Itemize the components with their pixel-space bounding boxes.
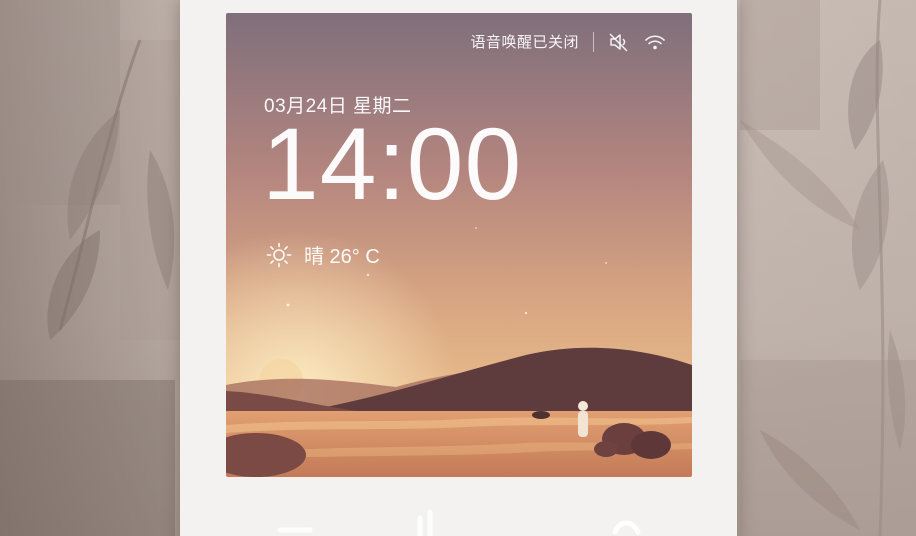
weather-widget[interactable]: 晴 26° C [266,240,380,269]
status-bar: 语音唤醒已关闭 [470,31,666,52]
weather-text: 晴 26° C [304,246,380,268]
status-divider [593,31,594,52]
time-display: 14:00 [262,107,523,221]
smart-panel-screen[interactable]: 语音唤醒已关闭 03月24日 星期二 14:00 晴 26° C [226,13,692,477]
voice-wakeup-status: 语音唤醒已关闭 [470,34,579,51]
wifi-icon[interactable] [644,32,666,52]
sun-icon [266,242,292,268]
physical-key-icons [277,509,641,536]
speaker-muted-icon[interactable] [608,32,630,52]
scene: 语音唤醒已关闭 03月24日 星期二 14:00 晴 26° C [0,0,916,536]
